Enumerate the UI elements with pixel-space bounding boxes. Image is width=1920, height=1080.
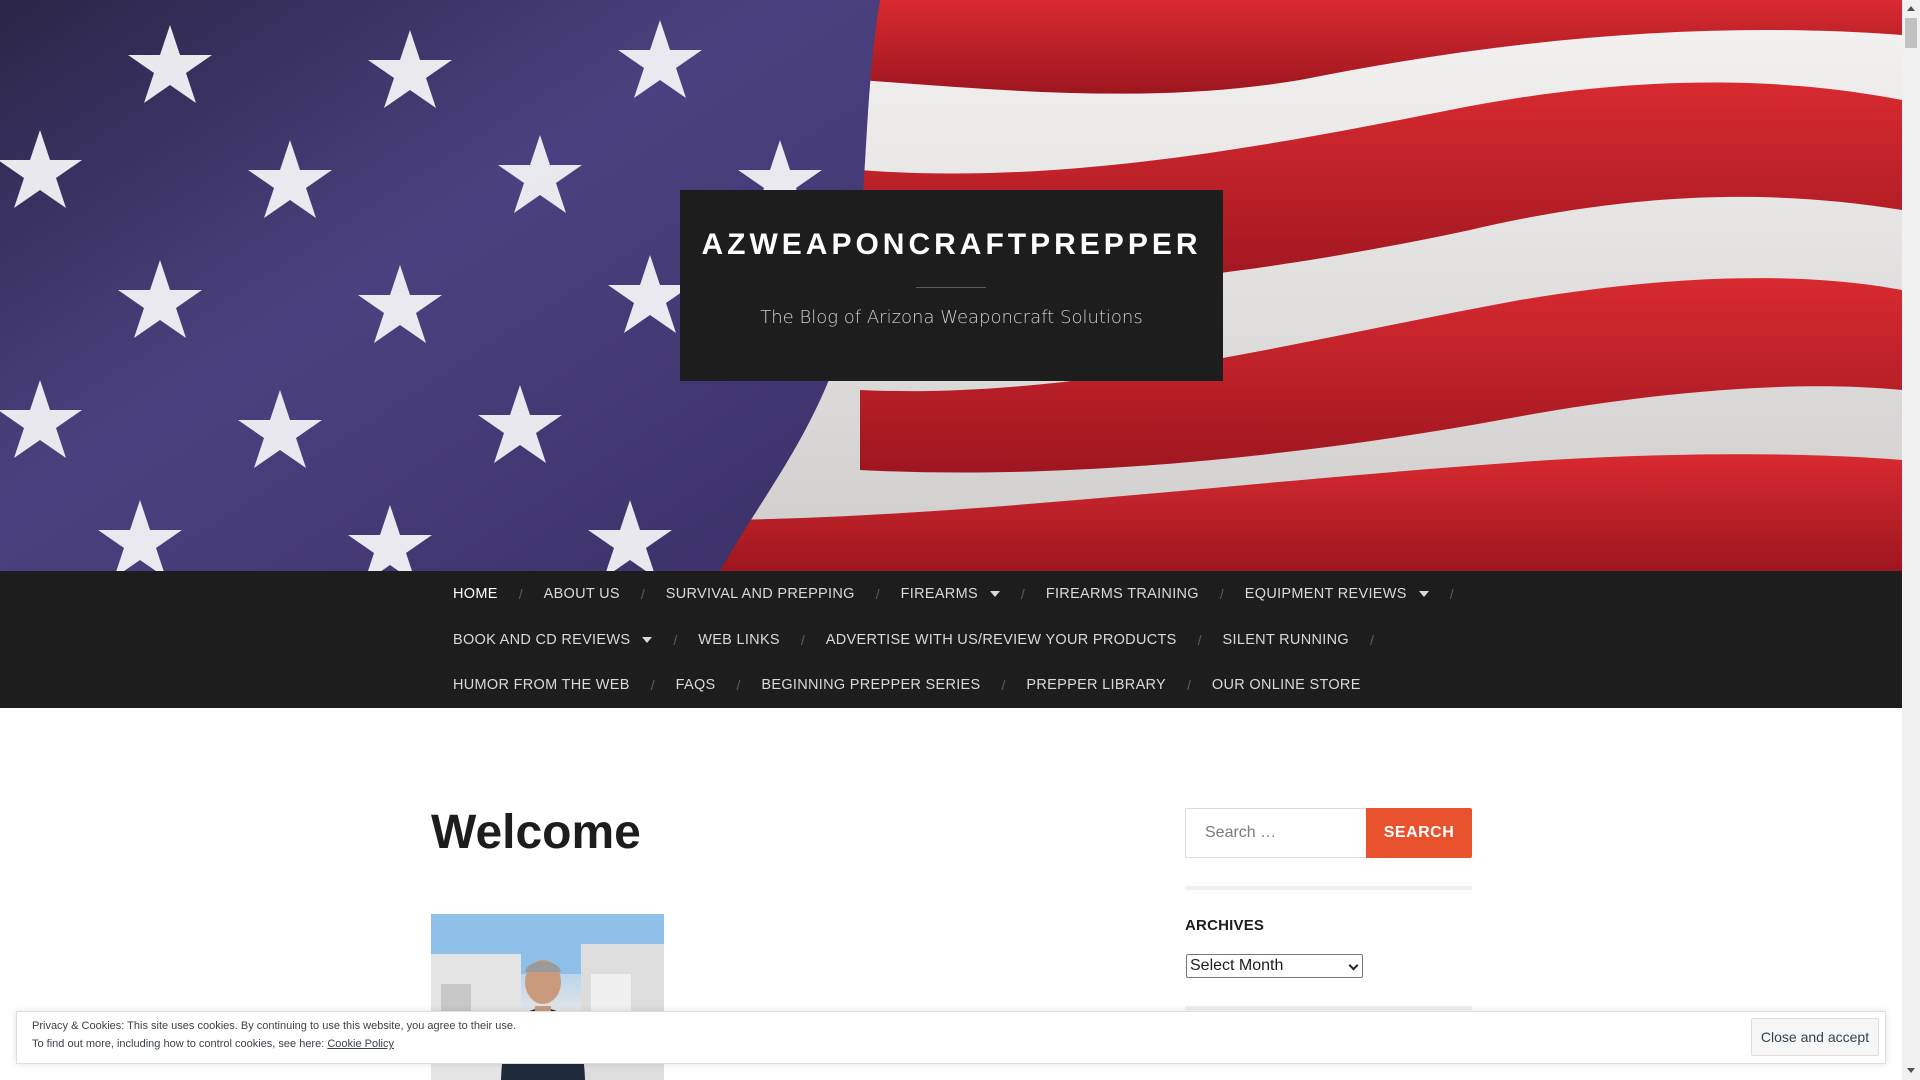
nav-separator: / — [518, 586, 523, 602]
nav-item-label: PREPPER LIBRARY — [1026, 677, 1167, 693]
header-banner: AZWEAPONCRAFTPREPPER The Blog of Arizona… — [0, 0, 1902, 571]
archives-select[interactable]: Select Month — [1186, 954, 1363, 978]
nav-item-humor-from-the-web[interactable]: HUMOR FROM THE WEB — [453, 677, 630, 693]
nav-separator: / — [1020, 586, 1025, 602]
archives-selected-value: Select Month — [1190, 957, 1284, 974]
nav-item-label: OUR ONLINE STORE — [1211, 677, 1361, 693]
search-button[interactable]: SEARCH — [1366, 808, 1472, 858]
nav-item-label: FIREARMS — [900, 586, 978, 602]
scroll-up-arrow-icon[interactable] — [1907, 6, 1915, 11]
cookie-banner: Privacy & Cookies: This site uses cookie… — [16, 1011, 1886, 1064]
nav-separator: / — [1369, 632, 1374, 648]
nav-separator: / — [1449, 586, 1454, 602]
page-scrollbar[interactable] — [1902, 0, 1920, 1080]
nav-item-label: HUMOR FROM THE WEB — [453, 677, 630, 693]
nav-row-2: BOOK AND CD REVIEWS / WEB LINKS / ADVERT… — [453, 617, 1395, 663]
dropdown-caret-icon[interactable] — [1418, 591, 1429, 597]
nav-item-label: BEGINNING PREPPER SERIES — [761, 677, 981, 693]
nav-separator: / — [1187, 677, 1191, 693]
nav-item-firearms[interactable]: FIREARMS — [901, 586, 1000, 602]
search-input[interactable]: Search … — [1185, 808, 1366, 858]
nav-item-label: EQUIPMENT REVIEWS — [1244, 586, 1407, 602]
cookie-notice-text: Privacy & Cookies: This site uses cookie… — [32, 1020, 517, 1032]
nav-row-1: HOME / ABOUT US / SURVIVAL AND PREPPING … — [453, 571, 1475, 617]
site-tagline: The Blog of Arizona Weaponcraft Solution… — [760, 307, 1143, 328]
search-placeholder: Search … — [1205, 824, 1277, 841]
nav-item-label: SILENT RUNNING — [1222, 632, 1349, 648]
widget-divider — [1185, 886, 1472, 890]
cookie-policy-prefix: To find out more, including how to contr… — [32, 1038, 328, 1050]
nav-item-our-online-store[interactable]: OUR ONLINE STORE — [1212, 677, 1361, 693]
archives-widget-title: ARCHIVES — [1185, 917, 1265, 934]
nav-item-web-links[interactable]: WEB LINKS — [698, 632, 780, 648]
nav-item-label: ADVERTISE WITH US/REVIEW YOUR PRODUCTS — [825, 632, 1177, 648]
nav-separator: / — [640, 586, 645, 602]
dropdown-caret-icon[interactable] — [989, 591, 1000, 597]
nav-separator: / — [673, 632, 678, 648]
nav-item-beginning-prepper-series[interactable]: BEGINNING PREPPER SERIES — [761, 677, 980, 693]
nav-separator: / — [1197, 632, 1202, 648]
main-navigation: HOME / ABOUT US / SURVIVAL AND PREPPING … — [0, 571, 1902, 708]
chevron-down-icon — [1348, 960, 1359, 971]
cookie-policy-link[interactable]: Cookie Policy — [327, 1038, 394, 1050]
scroll-down-arrow-icon[interactable] — [1907, 1068, 1915, 1073]
nav-item-home[interactable]: HOME — [453, 586, 498, 602]
nav-separator: / — [1219, 586, 1224, 602]
nav-separator: / — [875, 586, 880, 602]
nav-item-label: ABOUT US — [543, 586, 620, 602]
cookie-policy-line: To find out more, including how to contr… — [32, 1038, 394, 1050]
nav-item-label: WEB LINKS — [698, 632, 780, 648]
widget-divider — [1185, 1006, 1472, 1010]
nav-item-advertise[interactable]: ADVERTISE WITH US/REVIEW YOUR PRODUCTS — [826, 632, 1177, 648]
nav-item-faqs[interactable]: FAQS — [676, 677, 716, 693]
title-divider — [916, 287, 986, 288]
nav-separator: / — [736, 677, 741, 693]
nav-separator: / — [800, 632, 805, 648]
dropdown-caret-icon[interactable] — [642, 637, 653, 643]
close-and-accept-button[interactable]: Close and accept — [1751, 1018, 1879, 1056]
nav-item-prepper-library[interactable]: PREPPER LIBRARY — [1026, 677, 1166, 693]
site-branding: AZWEAPONCRAFTPREPPER The Blog of Arizona… — [680, 190, 1223, 381]
nav-item-label: HOME — [453, 586, 498, 602]
nav-item-label: FIREARMS TRAINING — [1045, 586, 1199, 602]
nav-item-firearms-training[interactable]: FIREARMS TRAINING — [1046, 586, 1199, 602]
nav-item-label: BOOK AND CD REVIEWS — [453, 632, 631, 648]
nav-item-survival-and-prepping[interactable]: SURVIVAL AND PREPPING — [666, 586, 855, 602]
scrollbar-thumb[interactable] — [1905, 18, 1917, 48]
nav-item-silent-running[interactable]: SILENT RUNNING — [1223, 632, 1349, 648]
nav-separator: / — [650, 677, 655, 693]
nav-item-book-and-cd-reviews[interactable]: BOOK AND CD REVIEWS — [453, 632, 653, 648]
nav-row-3: HUMOR FROM THE WEB / FAQS / BEGINNING PR… — [453, 662, 1361, 708]
nav-item-label: FAQS — [675, 677, 716, 693]
site-title[interactable]: AZWEAPONCRAFTPREPPER — [680, 228, 1223, 262]
nav-item-label: SURVIVAL AND PREPPING — [665, 586, 855, 602]
post-title[interactable]: Welcome — [431, 805, 641, 860]
nav-separator: / — [1001, 677, 1006, 693]
nav-item-equipment-reviews[interactable]: EQUIPMENT REVIEWS — [1245, 586, 1429, 602]
nav-item-about-us[interactable]: ABOUT US — [544, 586, 620, 602]
